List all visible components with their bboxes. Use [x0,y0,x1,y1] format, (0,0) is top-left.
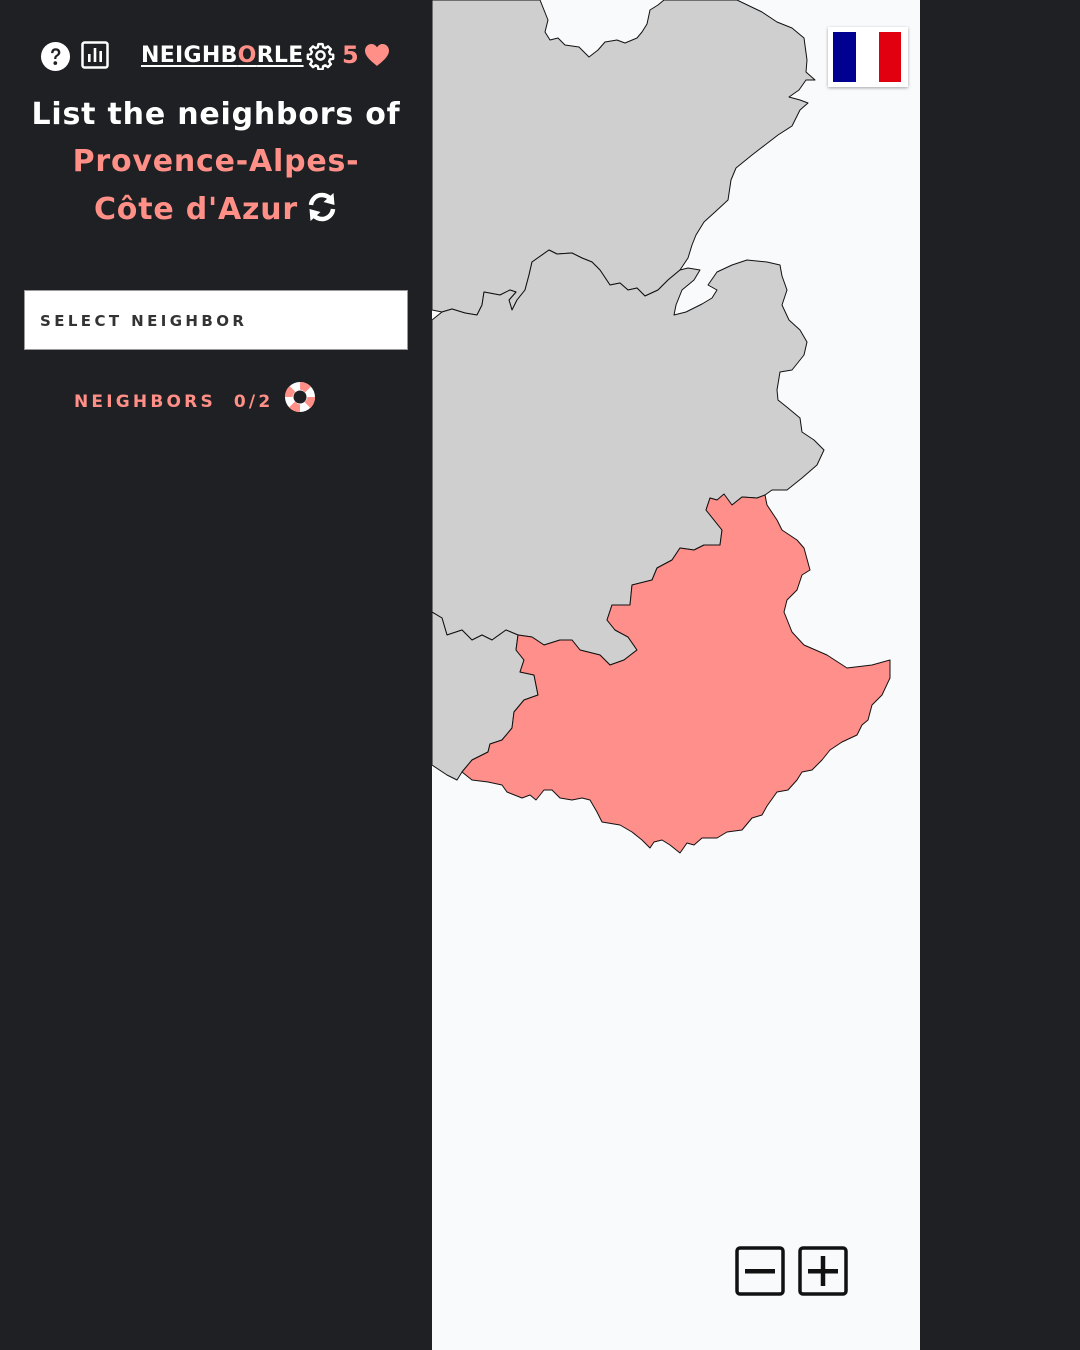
prompt-text: List the neighbors of [31,97,401,132]
sidebar: NEIGHBORLE 5 List the neighbors of Prove… [0,0,432,1350]
heart-icon [365,44,389,66]
region-name-wrap: Provence-Alpes-Côte d'Azur [46,138,386,234]
map-svg [432,0,891,854]
lifebuoy-icon[interactable] [284,381,316,413]
neighbors-label: NEIGHBORS [74,392,216,412]
flag-red-stripe [879,32,901,82]
zoom-in-icon[interactable] [798,1246,848,1296]
app-title[interactable]: NEIGHBORLE [141,42,304,70]
france-flag [828,27,908,87]
top-bar: NEIGHBORLE 5 [40,40,400,72]
lives-count: 5 [342,41,359,69]
right-margin [920,0,1080,1350]
prompt: List the neighbors of Provence-Alpes-Côt… [0,92,432,234]
flag-white-stripe [856,32,879,82]
gear-icon[interactable] [306,41,335,70]
stats-icon[interactable] [81,41,109,69]
zoom-out-icon[interactable] [735,1246,785,1296]
select-placeholder: SELECT NEIGHBOR [40,312,248,330]
brand-highlight: O [237,43,257,68]
brand-suffix: RLE [256,43,304,68]
neighbors-progress: NEIGHBORS 0/2 [74,384,273,416]
select-neighbor-dropdown[interactable]: SELECT NEIGHBOR [24,290,408,350]
brand-prefix: NEIGHB [141,43,238,68]
map-area[interactable] [432,0,920,1350]
refresh-icon[interactable] [306,191,338,223]
help-icon[interactable] [40,41,71,72]
flag-blue-stripe [833,32,856,82]
neighbors-count: 0/2 [233,392,274,412]
